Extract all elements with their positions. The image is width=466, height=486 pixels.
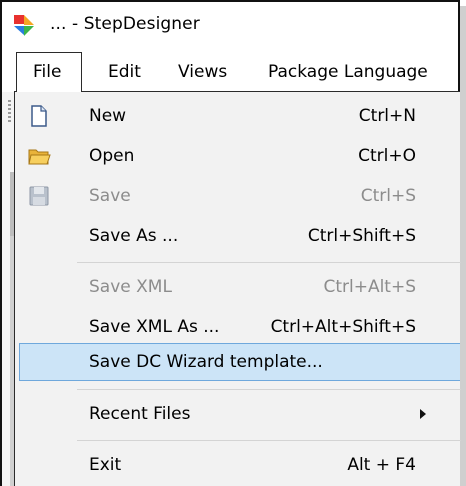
menu-item-label: Save As ... [89, 226, 179, 246]
app-logo-icon [14, 15, 34, 36]
title-bar: ... - StepDesigner [2, 2, 458, 52]
menu-item-shortcut: Ctrl+S [360, 186, 416, 206]
menu-item-shortcut: Ctrl+Shift+S [307, 226, 416, 246]
menu-separator [77, 262, 461, 263]
menu-edit[interactable]: Edit [108, 52, 141, 92]
menu-item-label: Save DC Wizard template... [89, 352, 323, 372]
menu-item-open[interactable]: Open Ctrl+O [15, 136, 460, 176]
toolbar-grip-icon [8, 100, 11, 122]
menu-item-label: Recent Files [89, 404, 191, 424]
menu-item-label: New [89, 106, 127, 126]
open-folder-icon [28, 149, 51, 165]
menu-separator [77, 389, 461, 390]
menu-item-save: Save Ctrl+S [15, 176, 460, 216]
menu-item-save-dc-wizard-template[interactable]: Save DC Wizard template... [15, 342, 460, 382]
menu-item-label: Save [89, 186, 131, 206]
menu-item-save-as[interactable]: Save As ... Ctrl+Shift+S [15, 216, 460, 256]
menu-bar: File Edit Views Package Language [2, 52, 458, 92]
menu-item-exit[interactable]: Exit Alt + F4 [15, 445, 460, 485]
menu-item-shortcut: Ctrl+O [358, 146, 416, 166]
menu-package-language[interactable]: Package Language [268, 52, 428, 92]
menu-item-shortcut: Alt + F4 [347, 455, 416, 475]
menu-item-label: Save XML [89, 277, 172, 297]
menu-package-language-label: Package Language [268, 62, 428, 82]
window-title: ... - StepDesigner [50, 14, 200, 34]
window-shadow [460, 6, 466, 486]
menu-separator [77, 440, 461, 441]
menu-item-save-xml-as[interactable]: Save XML As ... Ctrl+Alt+Shift+S [15, 307, 460, 347]
menu-item-label: Exit [89, 455, 122, 475]
submenu-arrow-icon [420, 409, 426, 419]
menu-item-save-xml: Save XML Ctrl+Alt+S [15, 267, 460, 307]
new-document-icon [31, 105, 47, 127]
menu-item-label: Save XML As ... [89, 317, 220, 337]
menu-file[interactable]: File [16, 52, 82, 92]
menu-item-shortcut: Ctrl+Alt+S [323, 277, 416, 297]
menu-item-label: Open [89, 146, 135, 166]
menu-item-new[interactable]: New Ctrl+N [15, 96, 460, 136]
file-menu-dropdown: New Ctrl+N Open Ctrl+O Save Ctrl+S Save … [14, 91, 461, 486]
menu-item-shortcut: Ctrl+Alt+Shift+S [270, 317, 416, 337]
menu-views[interactable]: Views [178, 52, 227, 92]
save-disk-icon [29, 186, 49, 206]
menu-item-recent-files[interactable]: Recent Files [15, 394, 460, 434]
menu-views-label: Views [178, 62, 228, 82]
menu-file-label: File [33, 62, 62, 82]
menu-item-shortcut: Ctrl+N [358, 106, 416, 126]
menu-edit-label: Edit [108, 62, 141, 82]
